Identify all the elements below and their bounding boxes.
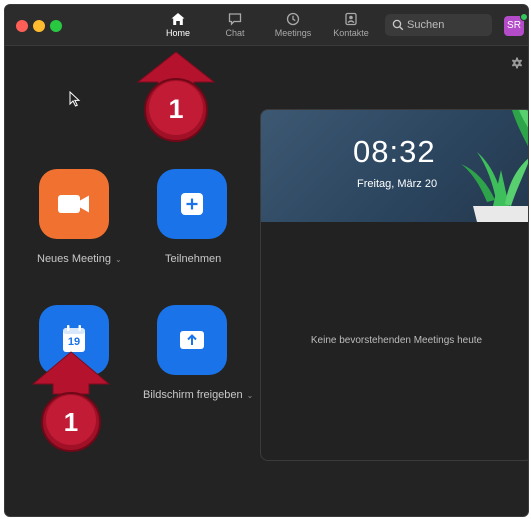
current-time: 08:32 — [353, 134, 436, 169]
share-screen-button[interactable] — [157, 305, 227, 375]
tab-chat[interactable]: Chat — [205, 11, 265, 43]
current-date: Freitag, März 20 — [357, 178, 438, 190]
plus-icon — [181, 193, 203, 215]
plant-illustration-icon — [461, 110, 528, 222]
mouse-cursor-icon — [69, 91, 81, 107]
join-label: Teilnehmen — [165, 253, 222, 265]
close-window-button[interactable] — [16, 20, 28, 32]
clock-icon — [286, 12, 300, 26]
tab-meetings[interactable]: Meetings — [263, 11, 323, 43]
contacts-icon — [345, 12, 357, 26]
chevron-down-icon[interactable]: ⌄ — [115, 255, 122, 264]
home-icon — [171, 13, 185, 25]
upload-arrow-icon — [180, 331, 204, 349]
tab-contacts[interactable]: Kontakte — [321, 11, 381, 43]
tab-chat-label: Chat — [225, 28, 245, 38]
callout-number: 1 — [63, 407, 79, 437]
chat-icon — [228, 13, 242, 26]
callout-number: 1 — [168, 94, 184, 124]
search-icon — [392, 19, 404, 31]
callout-schedule: 1 — [31, 350, 111, 452]
tab-meetings-label: Meetings — [274, 28, 312, 38]
tab-contacts-label: Kontakte — [333, 28, 369, 38]
gear-icon[interactable] — [511, 57, 523, 69]
minimize-window-button[interactable] — [33, 20, 45, 32]
join-meeting-button[interactable] — [157, 169, 227, 239]
tab-home[interactable]: Home — [148, 11, 208, 43]
video-camera-icon — [58, 195, 89, 213]
search-placeholder: Suchen — [407, 19, 445, 31]
clock-banner: 08:32 Freitag, März 20 — [261, 110, 528, 222]
share-screen-label: Bildschirm freigeben ⌄ — [143, 389, 253, 401]
new-meeting-button[interactable] — [39, 169, 109, 239]
tab-home-label: Home — [165, 28, 190, 38]
upcoming-meetings-panel: 08:32 Freitag, März 20 Keine bevorstehen… — [260, 109, 528, 461]
callout-home: 1 — [136, 50, 216, 144]
calendar-day: 19 — [67, 336, 81, 348]
title-bar: Home Chat Meetings Kontakte Suchen SR — [5, 5, 528, 46]
new-meeting-label: Neues Meeting ⌄ — [37, 253, 122, 265]
search-field[interactable]: Suchen — [385, 14, 492, 36]
new-meeting-text: Neues Meeting — [37, 253, 111, 265]
share-screen-text: Bildschirm freigeben — [143, 389, 243, 401]
no-meetings-message: Keine bevorstehenden Meetings heute — [310, 335, 483, 346]
maximize-window-button[interactable] — [50, 20, 62, 32]
chevron-down-icon[interactable]: ⌄ — [247, 391, 254, 400]
status-dot — [520, 13, 528, 21]
